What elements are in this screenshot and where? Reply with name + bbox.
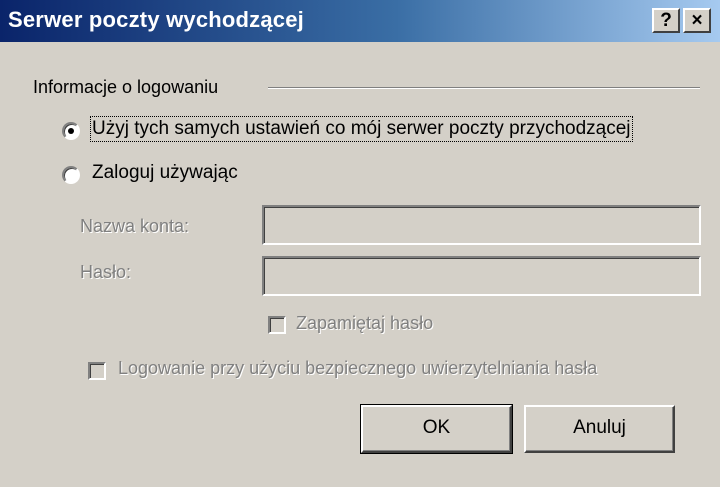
radio-login-using[interactable] xyxy=(62,166,80,184)
secure-auth-checkbox[interactable] xyxy=(88,362,106,380)
password-field[interactable] xyxy=(262,256,701,296)
secure-auth-label[interactable]: Logowanie przy użyciu bezpiecznego uwier… xyxy=(118,358,597,379)
group-label: Informacje o logowaniu xyxy=(33,77,219,97)
title-bar[interactable]: Serwer poczty wychodzącej ? × xyxy=(0,0,720,42)
password-label: Hasło: xyxy=(80,262,132,282)
group-divider xyxy=(268,87,700,89)
radio-same-settings[interactable] xyxy=(62,122,80,140)
remember-password-checkbox[interactable] xyxy=(268,316,286,334)
help-button[interactable]: ? xyxy=(652,8,680,33)
close-button[interactable]: × xyxy=(683,8,711,33)
radio-label-same-settings[interactable]: Użyj tych samych ustawień co mój serwer … xyxy=(90,116,633,142)
account-name-field[interactable] xyxy=(262,205,701,245)
ok-button[interactable]: OK xyxy=(360,404,513,454)
dialog-window: Serwer poczty wychodzącej ? × Informacje… xyxy=(0,0,720,487)
cancel-button[interactable]: Anuluj xyxy=(524,405,675,453)
remember-password-label[interactable]: Zapamiętaj hasło xyxy=(296,313,433,334)
account-name-label: Nazwa konta: xyxy=(80,216,190,236)
radio-selected-dot xyxy=(68,128,74,134)
window-title: Serwer poczty wychodzącej xyxy=(8,7,304,32)
radio-label-login-using[interactable]: Zaloguj używając xyxy=(92,162,238,184)
